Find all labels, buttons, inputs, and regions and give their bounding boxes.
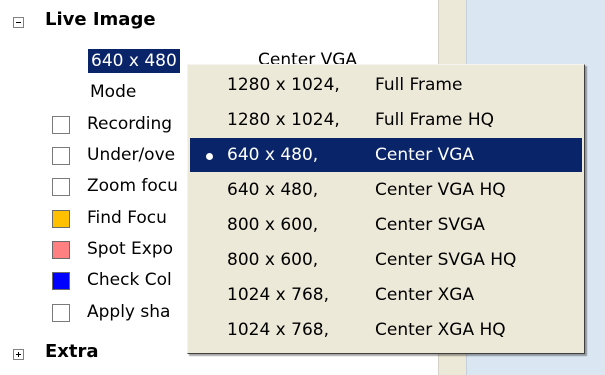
expand-icon[interactable] — [13, 349, 24, 360]
menu-item-name: Full Frame — [375, 75, 463, 95]
menu-item-1280x1024-full-frame[interactable]: 1280 x 1024, Full Frame — [190, 68, 582, 102]
checkbox[interactable] — [52, 304, 70, 322]
color-swatch[interactable] — [52, 272, 70, 290]
option-zoom-focus[interactable]: Zoom focu — [52, 174, 192, 200]
mode-label: Mode — [90, 82, 137, 102]
menu-item-640x480-center-vga[interactable]: 640 x 480, Center VGA — [190, 138, 582, 172]
checkbox[interactable] — [52, 147, 70, 165]
option-spot-exposure[interactable]: Spot Expo — [52, 237, 192, 263]
menu-item-1280x1024-full-frame-hq[interactable]: 1280 x 1024, Full Frame HQ — [190, 103, 582, 137]
option-check-color[interactable]: Check Col — [52, 268, 192, 294]
option-label: Under/ove — [87, 145, 176, 165]
option-under-over[interactable]: Under/ove — [52, 143, 192, 169]
collapse-icon[interactable] — [13, 17, 24, 28]
option-label: Find Focu — [87, 208, 167, 228]
selected-bullet-icon — [206, 153, 213, 160]
checkbox[interactable] — [52, 116, 70, 134]
menu-item-name: Center XGA — [375, 285, 475, 305]
option-find-focus[interactable]: Find Focu — [52, 206, 192, 232]
checkbox[interactable] — [52, 178, 70, 196]
menu-item-resolution: 1280 x 1024, — [227, 110, 340, 130]
resolution-value[interactable]: 640 x 480 — [88, 49, 180, 73]
option-label: Zoom focu — [87, 176, 178, 196]
option-label: Check Col — [87, 270, 172, 290]
section-live-image[interactable]: Live Image — [45, 9, 156, 30]
option-recording[interactable]: Recording — [52, 112, 192, 138]
menu-item-1024x768-center-xga-hq[interactable]: 1024 x 768, Center XGA HQ — [190, 313, 582, 347]
menu-item-resolution: 800 x 600, — [227, 215, 319, 235]
option-label: Recording — [87, 114, 173, 134]
option-apply-sharpen[interactable]: Apply sha — [52, 300, 192, 326]
menu-item-800x600-center-svga-hq[interactable]: 800 x 600, Center SVGA HQ — [190, 243, 582, 277]
menu-item-800x600-center-svga[interactable]: 800 x 600, Center SVGA — [190, 208, 582, 242]
menu-item-name: Center VGA HQ — [375, 180, 506, 200]
menu-item-resolution: 800 x 600, — [227, 250, 319, 270]
menu-item-resolution: 1024 x 768, — [227, 285, 329, 305]
resolution-dropdown-menu: 1280 x 1024, Full Frame 1280 x 1024, Ful… — [187, 64, 585, 354]
menu-item-resolution: 1280 x 1024, — [227, 75, 340, 95]
color-swatch[interactable] — [52, 241, 70, 259]
menu-item-resolution: 640 x 480, — [227, 145, 319, 165]
menu-item-resolution: 640 x 480, — [227, 180, 319, 200]
menu-item-name: Full Frame HQ — [375, 110, 495, 130]
menu-item-name: Center SVGA — [375, 215, 485, 235]
section-extra[interactable]: Extra — [45, 341, 99, 362]
menu-item-1024x768-center-xga[interactable]: 1024 x 768, Center XGA — [190, 278, 582, 312]
menu-item-name: Center VGA — [375, 145, 475, 165]
option-label: Apply sha — [87, 302, 171, 322]
color-swatch[interactable] — [52, 210, 70, 228]
option-label: Spot Expo — [87, 239, 174, 259]
menu-item-resolution: 1024 x 768, — [227, 320, 329, 340]
menu-item-640x480-center-vga-hq[interactable]: 640 x 480, Center VGA HQ — [190, 173, 582, 207]
menu-item-name: Center SVGA HQ — [375, 250, 517, 270]
menu-item-name: Center XGA HQ — [375, 320, 506, 340]
